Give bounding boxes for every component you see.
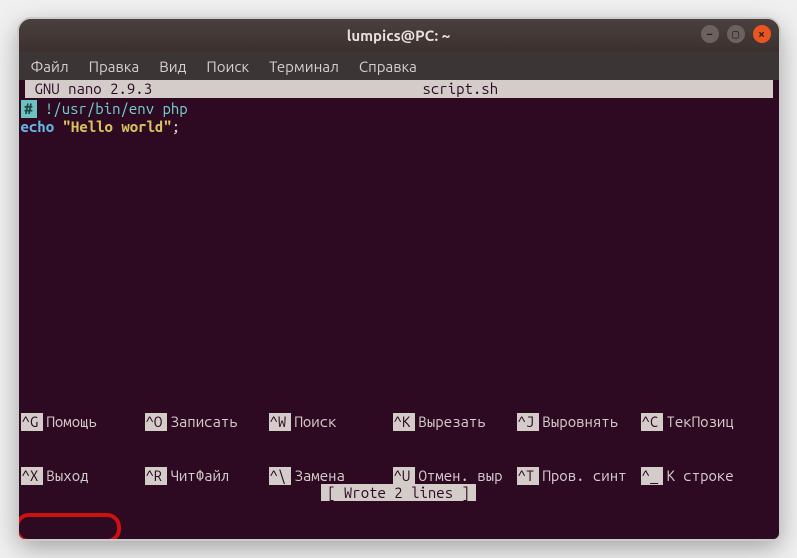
shortcut-uncut: ^UОтмен. выр xyxy=(393,467,517,485)
menu-edit[interactable]: Правка xyxy=(79,55,150,78)
shortcut-replace: ^\Замена xyxy=(269,467,393,485)
window-title-bar[interactable]: lumpics@PC: ~ – ▢ × xyxy=(19,19,779,52)
nano-filename: script.sh xyxy=(152,80,768,98)
menu-bar: Файл Правка Вид Поиск Терминал Справка xyxy=(19,52,779,80)
window-minimize-button[interactable]: – xyxy=(701,25,719,43)
window-maximize-button[interactable]: ▢ xyxy=(727,25,745,43)
nano-shortcut-bar: ^GПомощь ^OЗаписать ^WПоиск ^KВырезать ^… xyxy=(19,377,779,539)
menu-search[interactable]: Поиск xyxy=(196,55,259,78)
menu-view[interactable]: Вид xyxy=(149,55,196,78)
shortcut-spell: ^TПров. синт xyxy=(517,467,641,485)
shortcut-cut: ^KВырезать xyxy=(393,413,517,431)
nano-header: GNU nano 2.9.3 script.sh xyxy=(25,80,773,98)
window-title: lumpics@PC: ~ xyxy=(19,27,779,44)
menu-file[interactable]: Файл xyxy=(21,55,79,78)
shortcut-readfile: ^RЧитФайл xyxy=(145,467,269,485)
shortcut-search: ^WПоиск xyxy=(269,413,393,431)
shortcut-writeout: ^OЗаписать xyxy=(145,413,269,431)
menu-terminal[interactable]: Терминал xyxy=(259,55,349,78)
nano-version: GNU nano 2.9.3 xyxy=(29,80,153,98)
window-close-button[interactable]: × xyxy=(753,25,771,43)
shortcut-justify: ^JВыровнять xyxy=(517,413,641,431)
shortcut-curpos: ^CТекПозиц xyxy=(641,413,765,431)
hash-icon: # xyxy=(21,100,37,118)
terminal-area[interactable]: GNU nano 2.9.3 script.sh # !/usr/bin/env… xyxy=(19,80,779,539)
nano-editor[interactable]: # !/usr/bin/env php echo "Hello world"; xyxy=(19,98,779,136)
shortcut-help: ^GПомощь xyxy=(21,413,145,431)
highlight-exit-annotation xyxy=(19,513,121,539)
code-line-2: echo "Hello world"; xyxy=(21,118,779,136)
shortcut-goto: ^_К строке xyxy=(641,467,765,485)
menu-help[interactable]: Справка xyxy=(349,55,427,78)
shortcut-exit: ^XВыход xyxy=(21,467,145,485)
code-line-1: # !/usr/bin/env php xyxy=(21,100,779,118)
